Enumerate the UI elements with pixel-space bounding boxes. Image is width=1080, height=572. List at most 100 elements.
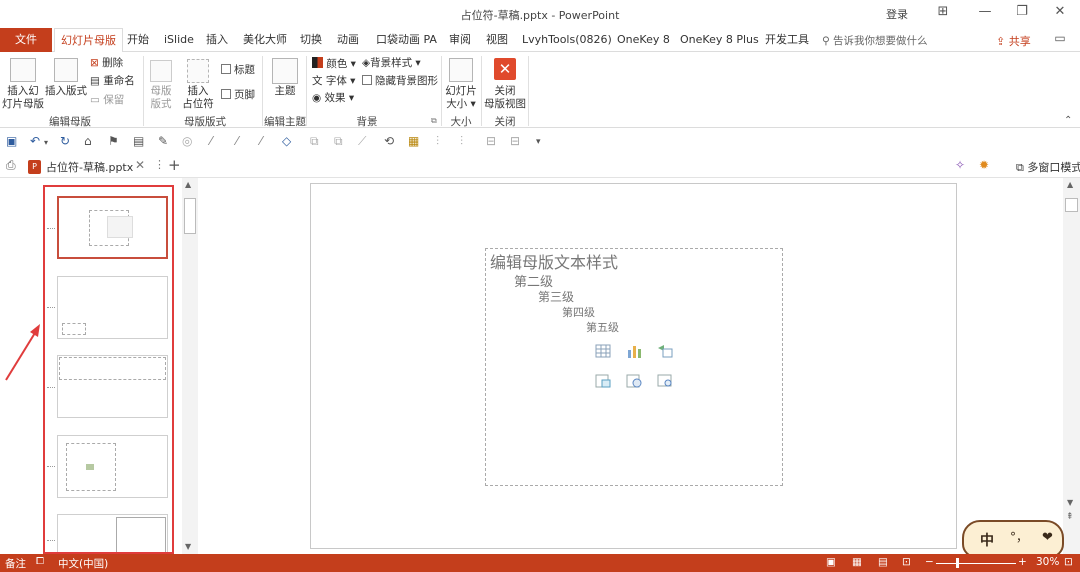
insert-video-icon[interactable] [657, 374, 673, 388]
format-painter-icon[interactable]: ✎ [158, 134, 168, 148]
background-styles-button[interactable]: ◈背景样式 ▾ [362, 57, 421, 70]
new-tab-icon[interactable]: + [168, 156, 181, 174]
align-icon[interactable]: ⊟ [486, 134, 496, 148]
background-dialog-launcher-icon[interactable]: ⧉ [431, 114, 437, 127]
toolbar-tool-icon[interactable]: ⧉ [310, 134, 319, 149]
multi-window-mode-button[interactable]: ⧉ 多窗口模式 [1016, 159, 1080, 175]
close-tab-icon[interactable]: ✕ [135, 158, 145, 172]
close-window-icon[interactable]: ✕ [1050, 4, 1070, 19]
input-method-mascot[interactable]: 中 °， ❤ [962, 520, 1064, 558]
close-master-view-button[interactable]: 关闭 母版视图 [484, 85, 526, 111]
comments-icon[interactable]: ⧠ [36, 556, 44, 567]
tab-list-icon[interactable]: ⎙ [6, 158, 16, 173]
align-icon[interactable]: ⊟ [510, 134, 520, 148]
zoom-level[interactable]: 30% [1036, 556, 1059, 568]
slideshow-icon[interactable]: ⊡ [902, 556, 911, 568]
tab-lvyhtools[interactable]: LvyhTools(0826) [522, 28, 612, 52]
save-icon[interactable]: ▣ [6, 134, 17, 148]
tab-view[interactable]: 视图 [486, 28, 508, 52]
scroll-up-icon[interactable]: ▲ [185, 180, 191, 189]
insert-picture-icon[interactable] [595, 374, 611, 388]
fonts-button[interactable]: 文 字体 ▾ [312, 75, 355, 88]
align-icon[interactable]: ⫶ [460, 134, 463, 149]
insert-placeholder-button[interactable]: 插入 占位符 [178, 85, 218, 111]
footer-checkbox[interactable]: 页脚 [221, 89, 255, 102]
language-indicator[interactable]: 中文(中国) [58, 556, 108, 571]
align-icon[interactable]: ⫶ [436, 134, 439, 149]
effects-button[interactable]: ◉ 效果 ▾ [312, 92, 354, 105]
tell-me-search[interactable]: ⚲ 告诉我你想要做什么 [822, 33, 928, 48]
tab-animations[interactable]: 动画 [337, 28, 359, 52]
zoom-out-icon[interactable]: − [925, 556, 934, 568]
zoom-slider-thumb[interactable] [956, 558, 959, 568]
normal-view-icon[interactable]: ▣ [826, 556, 836, 568]
settings-gear-icon[interactable]: ✹ [979, 158, 989, 172]
toolbar-tool-icon[interactable]: ⟋ [358, 134, 366, 149]
tab-menu-icon[interactable]: ⋮ [154, 158, 165, 171]
tab-pocket-animation[interactable]: 口袋动画 PA [376, 28, 437, 52]
tab-file[interactable]: 文件 [0, 28, 52, 52]
tab-slide-master[interactable]: 幻灯片母版 [54, 28, 123, 53]
insert-chart-icon[interactable] [626, 344, 642, 358]
scroll-down-icon[interactable]: ▼ [185, 542, 191, 551]
delete-button[interactable]: ⊠ 删除 [90, 57, 123, 70]
thumbnail-scrollbar[interactable]: ▲ ▼ [182, 178, 198, 554]
customize-toolbar-icon[interactable]: ▾ [536, 137, 541, 147]
shape-icon[interactable]: ◇ [282, 134, 291, 148]
document-tab[interactable]: 占位符-草稿.pptx [46, 159, 133, 175]
insert-online-picture-icon[interactable] [626, 374, 642, 388]
toolbar-tool-icon[interactable]: ⟲ [384, 134, 394, 148]
scrollbar-thumb[interactable] [184, 198, 196, 234]
insert-slide-master-button[interactable]: 插入幻 灯片母版 [2, 85, 44, 111]
ribbon-display-options-icon[interactable]: ⊞ [933, 4, 953, 19]
preserve-button[interactable]: ▭ 保留 [90, 94, 124, 107]
tab-beautify[interactable]: 美化大师 [243, 28, 287, 52]
reading-view-icon[interactable]: ▤ [878, 556, 888, 568]
rename-button[interactable]: ▤ 重命名 [90, 75, 135, 88]
eyedropper-icon[interactable]: ⁄ [236, 134, 238, 148]
slide-sorter-icon[interactable]: ▦ [852, 556, 862, 568]
master-layout-button[interactable]: 母版 版式 [146, 85, 176, 111]
tab-review[interactable]: 审阅 [449, 28, 471, 52]
tab-transitions[interactable]: 切换 [300, 28, 322, 52]
undo-icon[interactable]: ↶ [30, 134, 40, 148]
toolbar-tool-icon[interactable]: ◎ [182, 134, 192, 148]
hide-background-checkbox[interactable]: 隐藏背景图形 [362, 75, 438, 88]
tab-developer[interactable]: 开发工具 [765, 28, 809, 52]
tab-onekey8plus[interactable]: OneKey 8 Plus [680, 28, 759, 52]
themes-button[interactable]: 主题 [266, 85, 304, 98]
scroll-down-icon[interactable]: ▼ [1067, 498, 1073, 507]
tab-home[interactable]: 开始 [127, 28, 149, 52]
previous-slide-icon[interactable]: ⇞ [1066, 512, 1074, 522]
scrollbar-thumb[interactable] [1065, 198, 1078, 212]
toolbar-tool-icon[interactable]: ▦ [408, 134, 419, 148]
undo-dropdown-icon[interactable]: ▾ [44, 138, 48, 147]
magic-icon[interactable]: ✧ [955, 158, 965, 172]
notes-button[interactable]: 备注 [5, 556, 26, 571]
fit-to-window-icon[interactable]: ⊡ [1064, 556, 1073, 568]
share-button[interactable]: ⇪ 共享 [996, 33, 1031, 49]
slide-size-button[interactable]: 幻灯片 大小 ▾ [443, 85, 479, 111]
insert-layout-button[interactable]: 插入版式 [45, 85, 87, 98]
tab-insert[interactable]: 插入 [206, 28, 228, 52]
minimize-icon[interactable]: — [975, 4, 995, 19]
toolbar-tool-icon[interactable]: ⌂ [84, 134, 92, 148]
canvas-scrollbar[interactable]: ▲ ▼ ⇞ [1063, 178, 1080, 554]
collapse-ribbon-icon[interactable]: ⌃ [1064, 114, 1072, 127]
colors-button[interactable]: 颜色 ▾ [312, 57, 356, 71]
restore-icon[interactable]: ❐ [1012, 4, 1032, 19]
zoom-slider-track[interactable] [936, 563, 1016, 564]
zoom-in-icon[interactable]: + [1018, 556, 1027, 568]
insert-table-icon[interactable] [595, 344, 611, 358]
title-checkbox[interactable]: 标题 [221, 64, 255, 77]
tab-islide[interactable]: iSlide [164, 28, 194, 52]
comment-icon[interactable]: ▭ [1050, 31, 1070, 45]
eyedropper-icon[interactable]: ⁄ [210, 134, 212, 148]
tab-onekey8[interactable]: OneKey 8 [617, 28, 670, 52]
toolbar-tool-icon[interactable]: ⚑ [108, 134, 119, 148]
toolbar-tool-icon[interactable]: ▤ [133, 134, 144, 148]
eyedropper-icon[interactable]: ⁄ [260, 134, 262, 148]
insert-smartart-icon[interactable] [657, 344, 673, 358]
toolbar-tool-icon[interactable]: ⧉ [334, 134, 343, 149]
scroll-up-icon[interactable]: ▲ [1067, 180, 1073, 189]
